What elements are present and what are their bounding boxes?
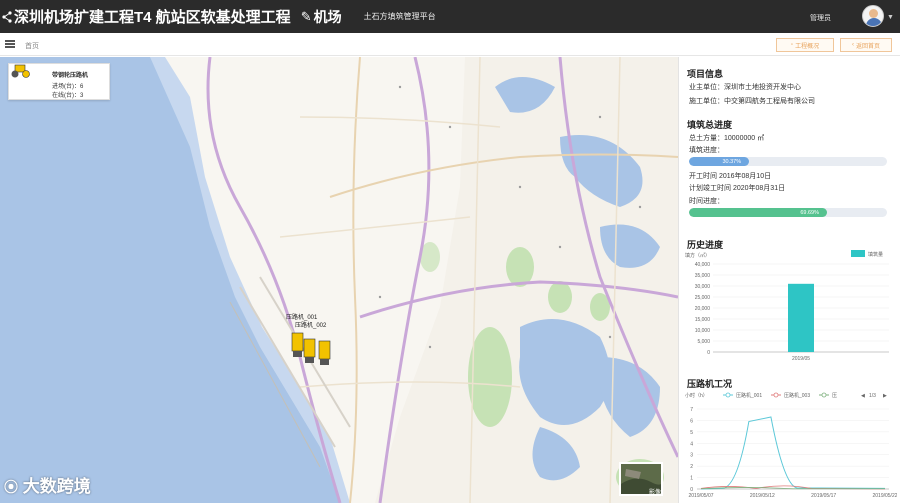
project-title: 深圳机场扩建工程T4 航站区软基处理工程: [14, 9, 291, 26]
x-tick-label: 2019/05: [792, 356, 810, 362]
y-tick-label: 7: [690, 407, 693, 413]
y-tick-label: 6: [690, 418, 693, 424]
back-home-button[interactable]: ‹ 返回首页: [840, 38, 892, 52]
back-icon: ‹: [851, 42, 854, 48]
legend-page: 1/3: [869, 393, 876, 399]
map-view[interactable]: 带钢轮压路机 进场(台)：6 在线(台)：3 压路机_001 压路机_002 影…: [0, 57, 678, 503]
legend-marker: [773, 392, 779, 398]
legend-label: 压路机_001: [736, 392, 762, 399]
app-header: 深圳机场扩建工程T4 航站区软基处理工程 ✎ 机场 土石方填筑管理平台 管理员 …: [0, 0, 900, 33]
map-canvas: [0, 57, 678, 503]
roller-marker-group[interactable]: [290, 329, 338, 369]
time-progress-bar: 69.69%: [689, 208, 887, 217]
x-tick-label: 2019/05/07: [688, 493, 713, 499]
chevron-down-icon[interactable]: ▼: [887, 14, 894, 21]
planned-end-date: 计划竣工时间 2020年08月31日: [689, 185, 786, 192]
logo-icon: ⦿: [4, 479, 18, 495]
watermark: ⦿ 大数跨境: [4, 477, 91, 496]
y-tick-label: 1: [690, 476, 693, 482]
legend-marker: [821, 392, 827, 398]
legend-entered-count: 进场(台)：6: [52, 84, 84, 90]
y-tick-label: 30,000: [695, 284, 711, 290]
project-subtitle: 机场: [313, 8, 342, 25]
x-tick-label: 2019/05/12: [750, 493, 775, 499]
fill-progress-bar: 30.37%: [689, 157, 887, 166]
legend-label: 压: [832, 393, 837, 399]
user-name[interactable]: 管理员: [810, 13, 831, 23]
avatar[interactable]: [862, 5, 884, 27]
y-tick-label: 0: [707, 350, 710, 356]
satellite-toggle[interactable]: 影像: [619, 462, 663, 496]
y-tick-label: 15,000: [695, 317, 711, 323]
fill-progress-label: 填筑进度：: [689, 147, 724, 154]
roller-icon: [11, 64, 30, 78]
series-line: [700, 416, 886, 490]
satellite-label: 影像: [649, 490, 662, 496]
legend-label: 压路机_003: [784, 392, 810, 399]
roller-icon: [303, 338, 316, 363]
contractor-unit: 施工单位：中交第四航务工程局有限公司: [689, 98, 815, 105]
project-overview-button[interactable]: ▫ 工程概况: [776, 38, 834, 52]
fill-progress-fill: 30.37%: [689, 157, 750, 166]
y-tick-label: 35,000: [695, 273, 711, 279]
y-tick-label: 2: [690, 464, 693, 470]
roller-icon: [291, 332, 304, 357]
fill-progress-title: 填筑总进度: [687, 120, 733, 130]
platform-name: 土石方填筑管理平台: [363, 12, 436, 21]
info-panel: 项目信息 业主单位：深圳市土地投资开发中心 施工单位：中交第四航务工程局有限公司…: [678, 57, 900, 503]
legend-online-count: 在线(台)：3: [52, 93, 84, 99]
y-tick-label: 10,000: [695, 328, 711, 334]
doc-icon: ▫: [790, 42, 794, 48]
share-icon[interactable]: [2, 10, 12, 23]
y-tick-label: 40,000: [695, 262, 711, 268]
roller-marker-label: 压路机_002: [295, 323, 327, 329]
bar: [788, 283, 814, 352]
breadcrumb[interactable]: 首页: [25, 41, 39, 51]
y-tick-label: 3: [690, 453, 693, 459]
total-earthwork: 总土方量：10000000 ㎡: [689, 135, 765, 142]
y-tick-label: 4: [690, 441, 693, 447]
y-tick-label: 5,000: [697, 339, 710, 345]
y-tick-label: 20,000: [695, 306, 711, 312]
menu-icon[interactable]: [5, 40, 15, 48]
legend-next-icon: ▶: [883, 393, 887, 399]
y-axis-label: 填方（㎡）: [685, 252, 710, 259]
y-tick-label: 25,000: [695, 295, 711, 301]
legend-label: 填筑量: [868, 251, 883, 258]
legend-marker: [725, 392, 731, 398]
y-axis-label: 小时（h）: [685, 392, 708, 399]
legend-swatch: [851, 250, 865, 257]
y-tick-label: 5: [690, 430, 693, 436]
x-tick-label: 2019/05/22: [872, 493, 897, 499]
equipment-legend: 带钢轮压路机 进场(台)：6 在线(台)：3: [8, 63, 110, 100]
edit-icon[interactable]: ✎: [301, 9, 312, 25]
time-progress-label: 时间进度：: [689, 198, 724, 205]
roller-line-chart: 小时（h） 压路机_001 压路机_003 压 ◀ 1/3 ▶012345672019/05…: [685, 392, 897, 499]
history-bar-chart: 填方（㎡） 0 5,000 10,000 15,000 20,000 25,000 30,00…: [685, 250, 889, 362]
time-progress-fill: 69.69%: [689, 208, 827, 217]
start-date: 开工时间 2016年08月10日: [689, 173, 772, 180]
x-tick-label: 2019/05/17: [811, 493, 836, 499]
legend-title: 带钢轮压路机: [52, 73, 89, 79]
owner-unit: 业主单位：深圳市土地投资开发中心: [689, 84, 801, 91]
project-info-title: 项目信息: [687, 69, 724, 79]
legend-prev-icon: ◀: [861, 393, 865, 399]
toolbar: 首页 ▫ 工程概况 ‹ 返回首页: [0, 33, 900, 56]
roller-icon: [318, 340, 331, 365]
